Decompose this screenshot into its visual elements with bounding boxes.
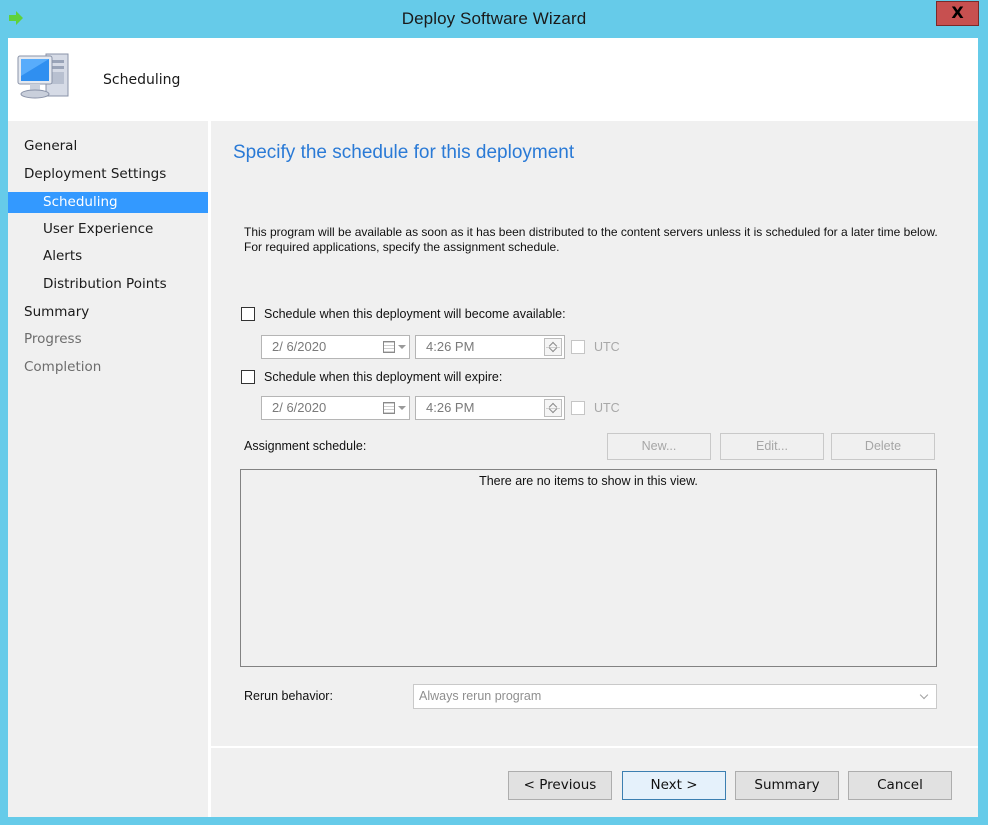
calendar-icon[interactable] [383,402,395,414]
expire-date-value: 2/ 6/2020 [272,400,327,415]
delete-schedule-button: Delete [831,433,935,460]
expire-time-value: 4:26 PM [426,400,475,415]
close-button[interactable]: X [936,1,979,26]
available-checkbox[interactable] [241,307,255,321]
assignment-schedule-list[interactable]: There are no items to show in this view. [240,469,937,667]
expire-utc-label: UTC [594,401,620,415]
available-label: Schedule when this deployment will becom… [264,307,566,321]
expire-utc-checkbox [571,401,585,415]
available-time-value: 4:26 PM [426,339,475,354]
available-time-picker[interactable]: 4:26 PM [415,335,565,359]
computer-icon [16,46,76,112]
time-spinner[interactable] [544,399,562,417]
header-banner: Scheduling [8,38,978,121]
expire-schedule-row[interactable]: Schedule when this deployment will expir… [241,368,502,386]
new-schedule-button: New... [607,433,711,460]
available-utc-row: UTC [571,338,620,356]
sidebar-item-completion: Completion [24,359,102,375]
chevron-down-icon[interactable] [398,345,406,349]
section-heading: Specify the schedule for this deployment [233,142,575,163]
available-date-value: 2/ 6/2020 [272,339,327,354]
summary-button[interactable]: Summary [735,771,839,800]
expire-time-picker[interactable]: 4:26 PM [415,396,565,420]
rerun-behavior-value: Always rerun program [419,689,542,703]
sidebar-item-user-experience[interactable]: User Experience [8,219,208,240]
footer-divider [211,746,978,748]
rerun-behavior-select: Always rerun program [413,684,937,709]
chevron-down-icon[interactable] [398,406,406,410]
page-title: Scheduling [103,72,181,88]
assignment-schedule-label: Assignment schedule: [244,439,367,453]
chevron-down-icon [919,690,929,700]
main-panel: Specify the schedule for this deployment… [211,121,978,817]
intro-text: This program will be available as soon a… [244,225,938,254]
calendar-icon[interactable] [383,341,395,353]
available-date-picker[interactable]: 2/ 6/2020 [261,335,410,359]
sidebar-item-alerts[interactable]: Alerts [8,246,208,267]
available-schedule-row[interactable]: Schedule when this deployment will becom… [241,305,566,323]
empty-list-message: There are no items to show in this view. [479,474,698,488]
title-bar[interactable]: Deploy Software Wizard X [0,0,988,40]
available-utc-label: UTC [594,340,620,354]
expire-date-picker[interactable]: 2/ 6/2020 [261,396,410,420]
expire-checkbox[interactable] [241,370,255,384]
expire-utc-row: UTC [571,399,620,417]
edit-schedule-button: Edit... [720,433,824,460]
sidebar-item-deployment-settings[interactable]: Deployment Settings [8,164,208,185]
expire-label: Schedule when this deployment will expir… [264,370,503,384]
time-spinner[interactable] [544,338,562,356]
sidebar-item-scheduling[interactable]: Scheduling [8,192,208,213]
window-title: Deploy Software Wizard [401,9,587,28]
wizard-steps: General Deployment Settings Scheduling U… [8,121,208,817]
next-button[interactable]: Next > [622,771,726,800]
previous-button[interactable]: < Previous [508,771,612,800]
available-utc-checkbox [571,340,585,354]
sidebar-item-distribution-points[interactable]: Distribution Points [8,274,208,295]
sidebar-item-progress: Progress [24,331,82,347]
sidebar-item-general[interactable]: General [8,136,208,157]
cancel-button[interactable]: Cancel [848,771,952,800]
sidebar-item-summary[interactable]: Summary [8,302,208,323]
rerun-behavior-label: Rerun behavior: [244,689,333,703]
